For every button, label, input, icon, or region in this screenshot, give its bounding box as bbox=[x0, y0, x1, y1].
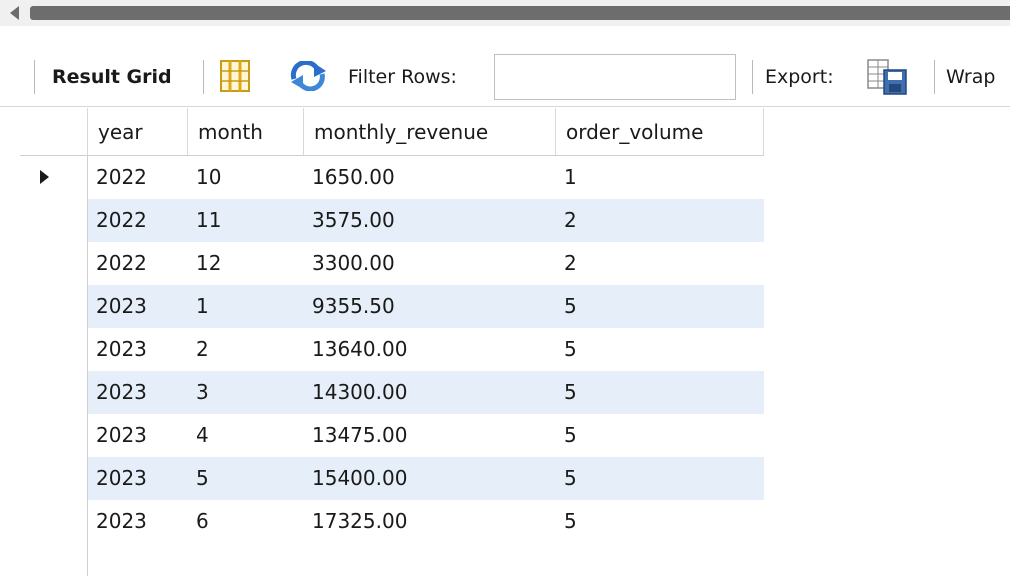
cell-order-volume[interactable]: 2 bbox=[556, 199, 764, 242]
toolbar-separator bbox=[752, 60, 753, 94]
scroll-left-arrow-icon[interactable] bbox=[10, 6, 19, 20]
cell-monthly-revenue[interactable]: 3300.00 bbox=[304, 242, 556, 285]
cell-year[interactable]: 2022 bbox=[88, 156, 188, 199]
table-row[interactable]: 2023 1 9355.50 5 bbox=[88, 285, 764, 328]
table-row[interactable]: 2023 2 13640.00 5 bbox=[88, 328, 764, 371]
cell-year[interactable]: 2023 bbox=[88, 414, 188, 457]
cell-month[interactable]: 3 bbox=[188, 371, 304, 414]
toolbar-separator bbox=[34, 60, 35, 94]
cell-year[interactable]: 2023 bbox=[88, 457, 188, 500]
toolbar-separator bbox=[203, 60, 204, 94]
cell-year[interactable]: 2022 bbox=[88, 242, 188, 285]
result-grid-label[interactable]: Result Grid bbox=[52, 65, 172, 89]
cell-month[interactable]: 2 bbox=[188, 328, 304, 371]
cell-order-volume[interactable]: 5 bbox=[556, 328, 764, 371]
result-toolbar: Result Grid Filter Rows: Export: Wrap bbox=[0, 48, 1010, 107]
cell-month[interactable]: 10 bbox=[188, 156, 304, 199]
cell-month[interactable]: 1 bbox=[188, 285, 304, 328]
grid-layout-icon[interactable] bbox=[220, 60, 250, 96]
export-save-icon[interactable] bbox=[866, 58, 908, 100]
cell-order-volume[interactable]: 5 bbox=[556, 457, 764, 500]
table-row[interactable]: 2023 4 13475.00 5 bbox=[88, 414, 764, 457]
row-header-column[interactable] bbox=[20, 156, 88, 576]
column-header-monthly-revenue[interactable]: monthly_revenue bbox=[304, 108, 556, 156]
column-header-order-volume[interactable]: order_volume bbox=[556, 108, 764, 156]
cell-monthly-revenue[interactable]: 9355.50 bbox=[304, 285, 556, 328]
cell-monthly-revenue[interactable]: 13475.00 bbox=[304, 414, 556, 457]
column-header-year[interactable]: year bbox=[88, 108, 188, 156]
cell-order-volume[interactable]: 1 bbox=[556, 156, 764, 199]
current-row-arrow-icon bbox=[40, 170, 49, 184]
toolbar-separator bbox=[934, 60, 935, 94]
filter-rows-input[interactable] bbox=[494, 54, 736, 100]
cell-month[interactable]: 5 bbox=[188, 457, 304, 500]
cell-monthly-revenue[interactable]: 3575.00 bbox=[304, 199, 556, 242]
horizontal-scrollbar[interactable] bbox=[0, 0, 1010, 26]
scrollbar-thumb[interactable] bbox=[30, 6, 1010, 20]
row-header-corner[interactable] bbox=[20, 108, 88, 156]
cell-monthly-revenue[interactable]: 13640.00 bbox=[304, 328, 556, 371]
table-row[interactable]: 2023 3 14300.00 5 bbox=[88, 371, 764, 414]
cell-month[interactable]: 4 bbox=[188, 414, 304, 457]
cell-month[interactable]: 12 bbox=[188, 242, 304, 285]
column-header-month[interactable]: month bbox=[188, 108, 304, 156]
cell-monthly-revenue[interactable]: 1650.00 bbox=[304, 156, 556, 199]
cell-order-volume[interactable]: 5 bbox=[556, 285, 764, 328]
table-row[interactable]: 2022 11 3575.00 2 bbox=[88, 199, 764, 242]
cell-order-volume[interactable]: 5 bbox=[556, 500, 764, 543]
cell-year[interactable]: 2023 bbox=[88, 328, 188, 371]
cell-year[interactable]: 2023 bbox=[88, 500, 188, 543]
cell-year[interactable]: 2022 bbox=[88, 199, 188, 242]
table-row[interactable]: 2022 10 1650.00 1 bbox=[88, 156, 764, 199]
export-label: Export: bbox=[765, 66, 834, 88]
table-row[interactable]: 2022 12 3300.00 2 bbox=[88, 242, 764, 285]
cell-month[interactable]: 11 bbox=[188, 199, 304, 242]
wrap-cell-content-button[interactable]: Wrap bbox=[946, 65, 995, 89]
refresh-icon[interactable] bbox=[288, 59, 328, 95]
cell-monthly-revenue[interactable]: 17325.00 bbox=[304, 500, 556, 543]
cell-monthly-revenue[interactable]: 15400.00 bbox=[304, 457, 556, 500]
cell-month[interactable]: 6 bbox=[188, 500, 304, 543]
table-row[interactable]: 2023 6 17325.00 5 bbox=[88, 500, 764, 543]
cell-year[interactable]: 2023 bbox=[88, 371, 188, 414]
cell-order-volume[interactable]: 5 bbox=[556, 414, 764, 457]
cell-order-volume[interactable]: 2 bbox=[556, 242, 764, 285]
cell-year[interactable]: 2023 bbox=[88, 285, 188, 328]
cell-order-volume[interactable]: 5 bbox=[556, 371, 764, 414]
cell-monthly-revenue[interactable]: 14300.00 bbox=[304, 371, 556, 414]
filter-rows-label: Filter Rows: bbox=[348, 66, 457, 88]
table-row[interactable]: 2023 5 15400.00 5 bbox=[88, 457, 764, 500]
